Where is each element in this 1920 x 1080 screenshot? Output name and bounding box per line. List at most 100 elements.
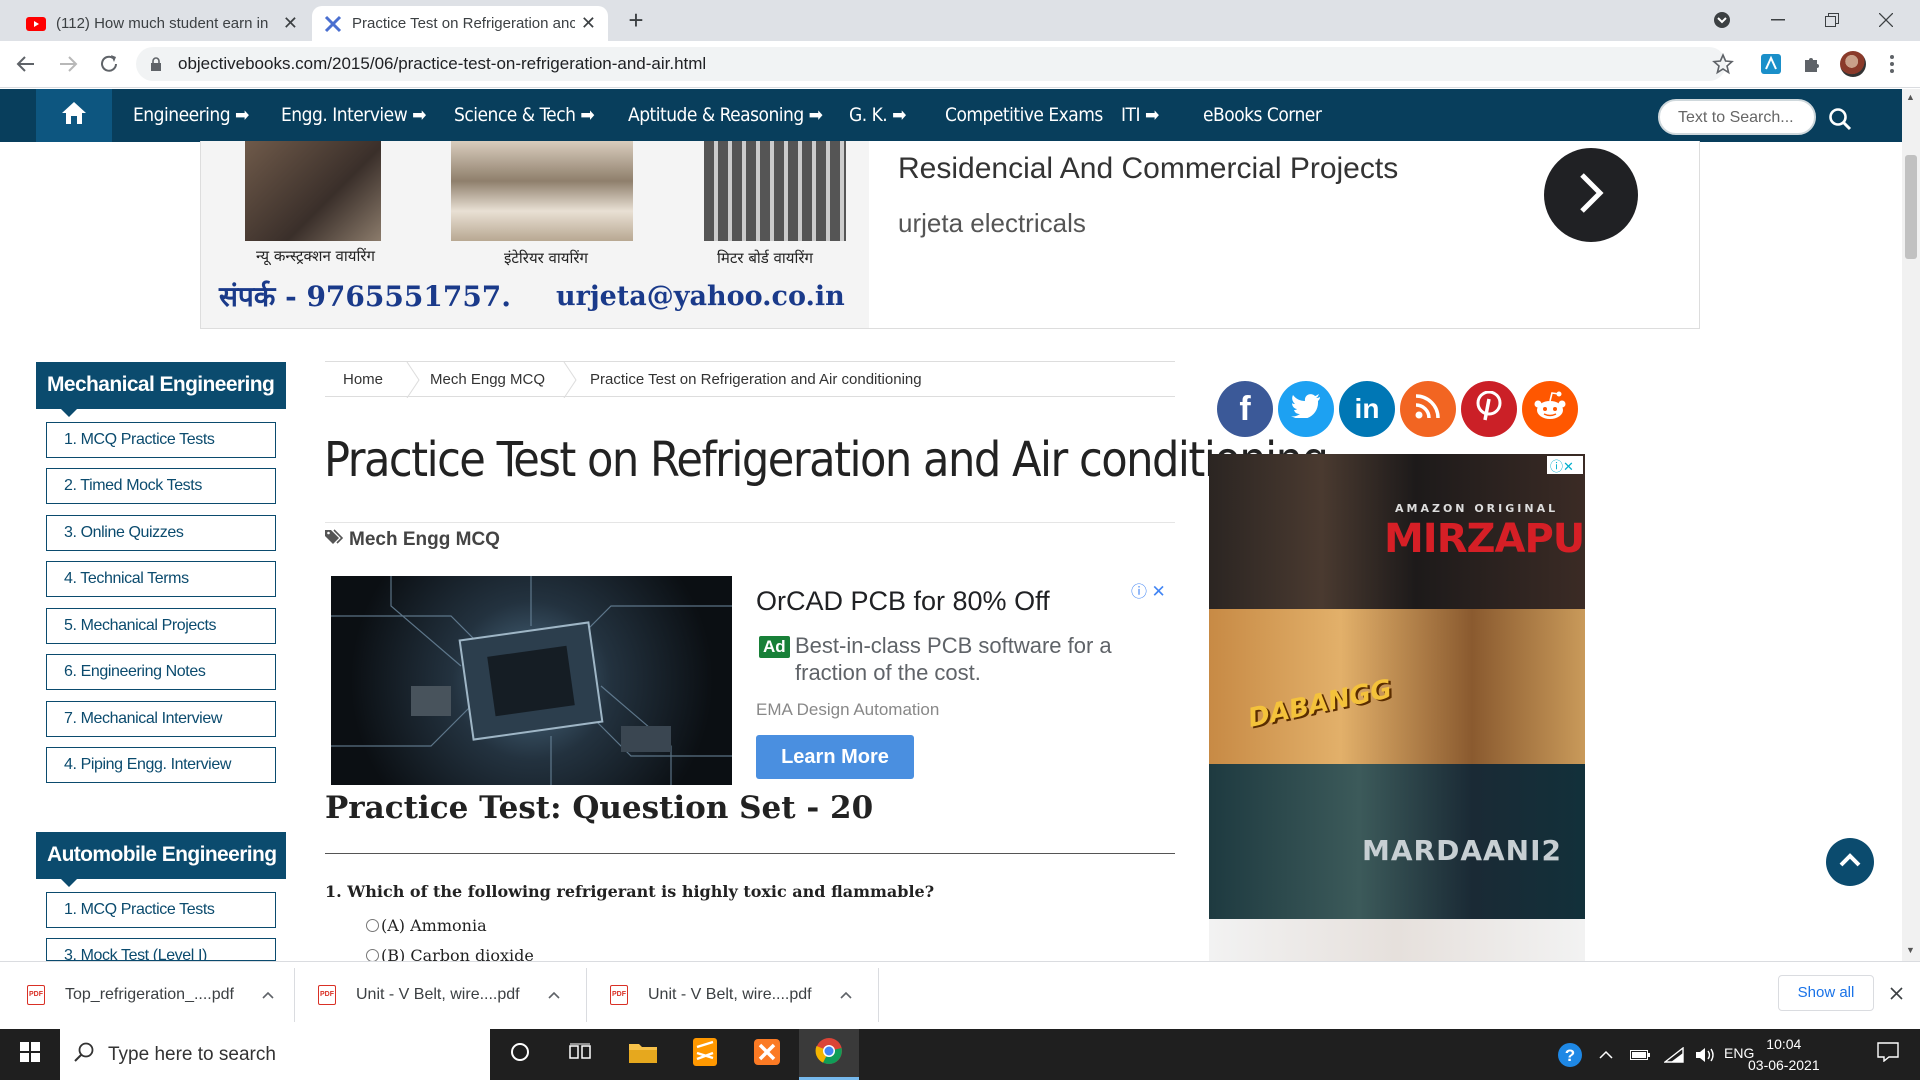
tab-objectivebooks[interactable]: Practice Test on Refrigeration anc ✕ <box>312 6 608 41</box>
tab-close-icon[interactable]: ✕ <box>581 13 596 34</box>
download-filename[interactable]: Top_refrigeration_....pdf <box>65 986 234 1004</box>
radio-button[interactable] <box>366 919 379 932</box>
scroll-to-top-button[interactable] <box>1826 838 1874 886</box>
sidebar-item-auto-mock-test[interactable]: 3. Mock Test (Level I) <box>46 938 276 961</box>
close-window-button[interactable] <box>1864 0 1908 40</box>
option-label[interactable]: (A) Ammonia <box>381 916 487 935</box>
sidebar-item-auto-mcq-practice-tests[interactable]: 1. MCQ Practice Tests <box>46 892 276 928</box>
taskbar-search-placeholder[interactable]: Type here to search <box>108 1044 276 1066</box>
browser-menu-icon[interactable] <box>1889 54 1895 79</box>
show-hidden-icons-chevron-icon[interactable] <box>1592 1029 1620 1080</box>
task-view-button[interactable] <box>550 1029 610 1080</box>
nav-gk[interactable]: G. K. ➡ <box>849 89 907 142</box>
ad-choices-icon[interactable]: ⓘ✕ <box>1547 456 1583 474</box>
orcad-ad-title[interactable]: OrCAD PCB for 80% Off <box>756 586 1050 617</box>
orcad-ad-image[interactable] <box>331 576 732 785</box>
minimize-button[interactable] <box>1756 0 1800 40</box>
sidebar-item-online-quizzes[interactable]: 3. Online Quizzes <box>46 515 276 551</box>
chevron-up-icon[interactable] <box>840 986 852 1004</box>
sidebar-item-mechanical-interview[interactable]: 7. Mechanical Interview <box>46 701 276 737</box>
movie-poster-partial[interactable] <box>1209 919 1585 962</box>
sidebar-item-mcq-practice-tests[interactable]: 1. MCQ Practice Tests <box>46 422 276 458</box>
lock-icon[interactable] <box>150 57 162 77</box>
chevron-up-icon[interactable] <box>548 986 560 1004</box>
scroll-down-arrow-icon[interactable]: ▼ <box>1906 945 1915 955</box>
nav-competitive-exams[interactable]: Competitive Exams <box>945 89 1103 142</box>
restore-button[interactable] <box>1810 0 1854 40</box>
reload-icon[interactable] <box>97 52 121 81</box>
learn-more-button[interactable]: Learn More <box>756 735 914 779</box>
url-text[interactable]: objectivebooks.com/2015/06/practice-test… <box>178 54 706 74</box>
breadcrumb-home[interactable]: Home <box>343 371 383 388</box>
reddit-share-button[interactable] <box>1522 381 1578 437</box>
post-label-text[interactable]: Mech Engg MCQ <box>349 529 500 551</box>
movie-poster-mardaani[interactable]: MARDAANI2 <box>1209 764 1585 919</box>
pinterest-share-button[interactable] <box>1461 381 1517 437</box>
answer-option-a[interactable]: (A) Ammonia <box>366 916 487 935</box>
taskbar-search-input[interactable]: Type here to search <box>60 1029 490 1080</box>
file-explorer-taskbar-button[interactable] <box>613 1029 673 1080</box>
download-item[interactable]: PDF Unit - V Belt, wire....pdf <box>318 961 584 1029</box>
tab-close-icon[interactable]: ✕ <box>283 13 298 34</box>
movie-poster-dabangg[interactable]: DABANGG <box>1209 609 1585 764</box>
twitter-share-button[interactable] <box>1278 381 1334 437</box>
ad-close-icon[interactable]: ✕ <box>1151 582 1165 601</box>
sidebar-item-engineering-notes[interactable]: 6. Engineering Notes <box>46 654 276 690</box>
nav-ebooks-corner[interactable]: eBooks Corner <box>1203 89 1322 142</box>
battery-icon[interactable] <box>1624 1029 1656 1080</box>
close-downloads-icon[interactable] <box>1890 987 1903 1005</box>
banner-ad-title[interactable]: Residencial And Commercial Projects <box>898 152 1398 186</box>
linkedin-share-button[interactable]: in <box>1339 381 1395 437</box>
taskbar-clock[interactable]: 10:04 03-06-2021 <box>1748 1034 1820 1076</box>
wifi-icon[interactable] <box>1658 1029 1690 1080</box>
sidebar-item-timed-mock-tests[interactable]: 2. Timed Mock Tests <box>46 468 276 504</box>
scroll-up-arrow-icon[interactable]: ▲ <box>1906 92 1915 102</box>
nav-science-tech[interactable]: Science & Tech ➡ <box>454 89 595 142</box>
cortana-button[interactable] <box>490 1029 550 1080</box>
download-item[interactable]: PDF Unit - V Belt, wire....pdf <box>610 961 876 1029</box>
banner-next-button[interactable] <box>1544 148 1638 242</box>
chevron-up-icon[interactable] <box>262 986 274 1004</box>
extensions-puzzle-icon[interactable] <box>1802 54 1822 79</box>
volume-icon[interactable] <box>1690 1029 1722 1080</box>
search-icon[interactable] <box>1828 107 1852 136</box>
notifications-button[interactable] <box>1858 1029 1918 1080</box>
xampp-taskbar-button[interactable] <box>737 1029 797 1080</box>
nav-iti[interactable]: ITI ➡ <box>1121 89 1159 142</box>
back-icon[interactable] <box>14 52 38 81</box>
bookmark-star-icon[interactable] <box>1712 52 1734 80</box>
ad-choices-icon[interactable]: ⓘ ✕ <box>1131 578 1166 602</box>
sidebar-item-mechanical-projects[interactable]: 5. Mechanical Projects <box>46 608 276 644</box>
nav-aptitude-reasoning[interactable]: Aptitude & Reasoning ➡ <box>628 89 823 142</box>
scrollbar-thumb[interactable] <box>1905 155 1917 259</box>
right-sidebar-ad[interactable]: AMAZON ORIGINAL MIRZAPUR DABANGG MARDAAN… <box>1209 454 1585 962</box>
profile-avatar[interactable] <box>1840 51 1866 77</box>
help-tray-icon[interactable]: ? <box>1550 1029 1590 1080</box>
windows-start-button[interactable] <box>0 1029 60 1080</box>
sidebar-item-technical-terms[interactable]: 4. Technical Terms <box>46 561 276 597</box>
download-filename[interactable]: Unit - V Belt, wire....pdf <box>356 986 520 1004</box>
answer-option-b[interactable]: (B) Carbon dioxide <box>366 946 534 961</box>
tab-youtube[interactable]: (112) How much student earn in ✕ <box>14 6 310 41</box>
tab-search-icon[interactable] <box>1700 0 1744 40</box>
site-search-input[interactable]: Text to Search... <box>1658 99 1816 135</box>
home-button[interactable] <box>36 89 112 142</box>
new-tab-button[interactable]: + <box>622 6 650 36</box>
radio-button[interactable] <box>366 949 379 961</box>
download-item[interactable]: PDF Top_refrigeration_....pdf <box>27 961 292 1029</box>
banner-ad-advertiser[interactable]: urjeta electricals <box>898 208 1086 239</box>
option-label[interactable]: (B) Carbon dioxide <box>381 946 534 961</box>
breadcrumb-mech-engg-mcq[interactable]: Mech Engg MCQ <box>430 371 545 388</box>
nav-engineering[interactable]: Engineering ➡ <box>133 89 249 142</box>
sublime-text-taskbar-button[interactable] <box>675 1029 735 1080</box>
extension-icon[interactable] <box>1761 54 1781 79</box>
rss-button[interactable] <box>1400 381 1456 437</box>
nav-engg-interview[interactable]: Engg. Interview ➡ <box>281 89 426 142</box>
chrome-taskbar-button[interactable] <box>799 1029 859 1080</box>
post-label[interactable]: Mech Engg MCQ <box>325 529 500 551</box>
forward-icon[interactable] <box>56 52 80 81</box>
show-all-downloads-button[interactable]: Show all <box>1778 975 1874 1011</box>
movie-poster-mirzapur[interactable]: AMAZON ORIGINAL MIRZAPUR <box>1209 454 1585 609</box>
sidebar-item-piping-interview[interactable]: 4. Piping Engg. Interview <box>46 747 276 783</box>
download-filename[interactable]: Unit - V Belt, wire....pdf <box>648 986 812 1004</box>
